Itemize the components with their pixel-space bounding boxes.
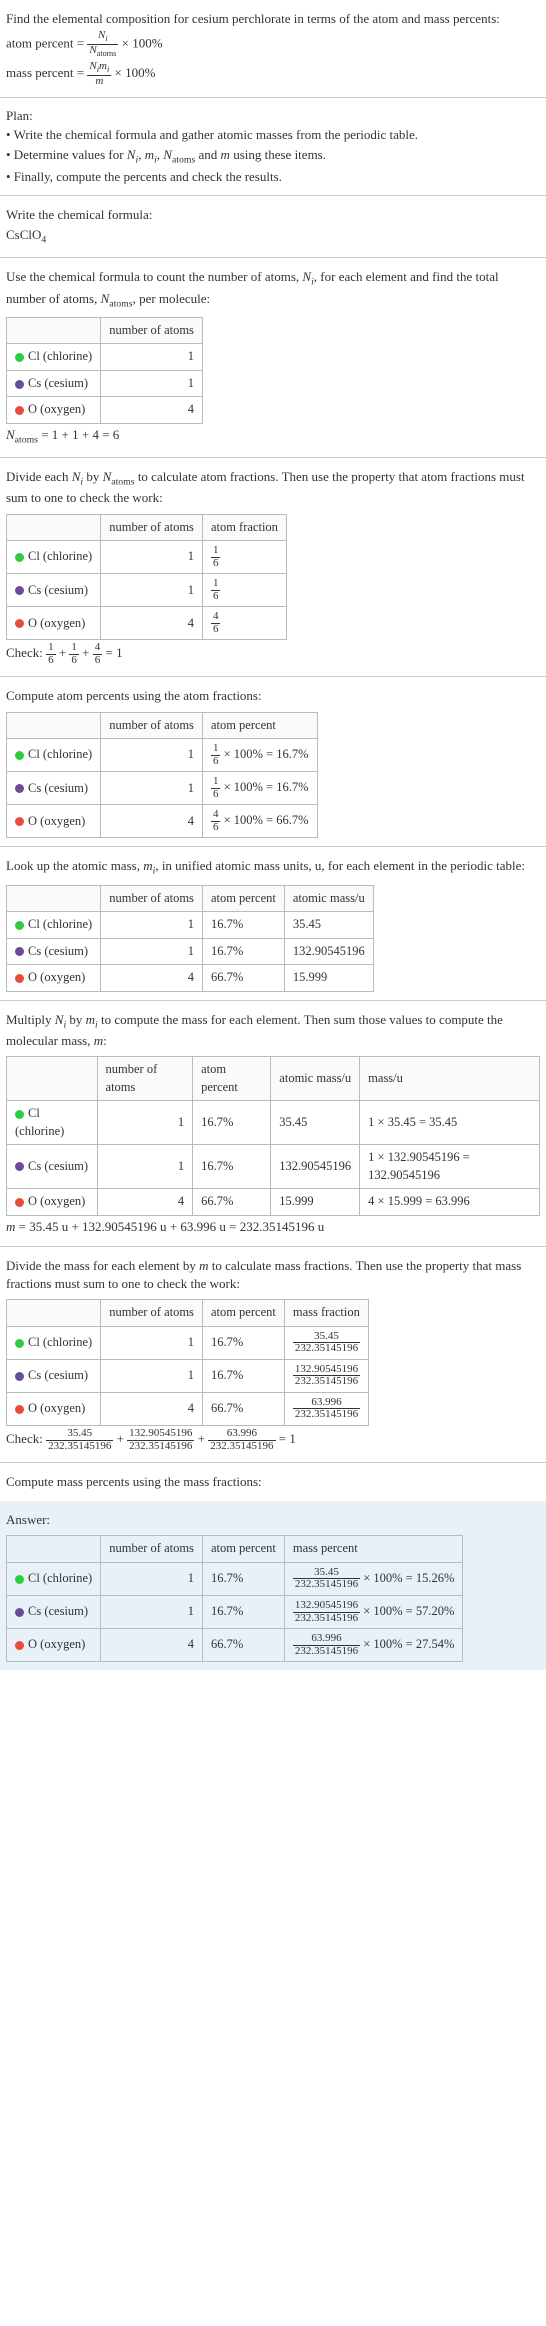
dot-icon [15, 784, 24, 793]
dot-icon [15, 921, 24, 930]
mass-percent-eq: mass percent = Nimi m × 100% [6, 61, 540, 87]
plan-b3: • Finally, compute the percents and chec… [6, 168, 540, 186]
atompct-table: number of atomsatom percent Cl (chlorine… [6, 712, 318, 839]
table-row: Cl (chlorine)1 [7, 344, 203, 371]
table-row: Cl (chlorine)116.7%35.451 × 35.45 = 35.4… [7, 1101, 540, 1145]
plan-b1: • Write the chemical formula and gather … [6, 126, 540, 144]
atomfrac-table: number of atomsatom fraction Cl (chlorin… [6, 514, 287, 641]
eq2-rhs: × 100% [114, 65, 155, 80]
dot-icon [15, 1372, 24, 1381]
table-row: Cs (cesium)116 [7, 574, 287, 607]
count-total: Natoms = 1 + 1 + 4 = 6 [6, 426, 540, 447]
masspct-section: Compute mass percents using the mass fra… [0, 1463, 546, 1501]
table-row: Cs (cesium)116.7%132.90545196 [7, 938, 374, 965]
plan-b2: • Determine values for Ni, mi, Natoms an… [6, 146, 540, 167]
atompct-line: Compute atom percents using the atom fra… [6, 687, 540, 705]
count-table: number of atoms Cl (chlorine)1 Cs (cesiu… [6, 317, 203, 424]
massmult-line: Multiply Ni by mi to compute the mass fo… [6, 1011, 540, 1050]
massfrac-table: number of atomsatom percentmass fraction… [6, 1299, 369, 1426]
table-row: Cs (cesium)1 [7, 370, 203, 397]
masspct-line: Compute mass percents using the mass fra… [6, 1473, 540, 1491]
th-atoms: number of atoms [101, 317, 203, 344]
dot-icon [15, 1162, 24, 1171]
table-row: O (oxygen)446 [7, 607, 287, 640]
atomicmass-section: Look up the atomic mass, mi, in unified … [0, 847, 546, 1000]
dot-icon [15, 619, 24, 628]
table-row: Cl (chlorine)116.7%35.45 [7, 912, 374, 939]
dot-icon [15, 1339, 24, 1348]
dot-icon [15, 353, 24, 362]
table-row: Cs (cesium)116.7%132.90545196232.3514519… [7, 1359, 369, 1392]
table-row: O (oxygen)466.7%63.996232.35145196 [7, 1392, 369, 1425]
dot-icon [15, 380, 24, 389]
plan-head: Plan: [6, 107, 540, 125]
dot-icon [15, 1198, 24, 1207]
intro-section: Find the elemental composition for cesiu… [0, 0, 546, 98]
formula-line: Write the chemical formula: [6, 206, 540, 224]
dot-icon [15, 586, 24, 595]
atomicmass-table: number of atomsatom percentatomic mass/u… [6, 885, 374, 992]
answer-label: Answer: [6, 1511, 540, 1529]
table-row: Cs (cesium)116.7%132.905451961 × 132.905… [7, 1145, 540, 1189]
atompct-section: Compute atom percents using the atom fra… [0, 677, 546, 847]
eq1-lhs: atom percent = [6, 36, 84, 51]
table-row: O (oxygen)466.7%63.996232.35145196 × 100… [7, 1629, 463, 1662]
count-section: Use the chemical formula to count the nu… [0, 258, 546, 458]
dot-icon [15, 1641, 24, 1650]
atomfrac-line: Divide each Ni by Natoms to calculate at… [6, 468, 540, 507]
table-row: Cl (chlorine)116.7%35.45232.35145196 [7, 1326, 369, 1359]
formula-value: CsClO4 [6, 226, 540, 247]
table-row: O (oxygen)446 × 100% = 66.7% [7, 805, 318, 838]
plan-section: Plan: • Write the chemical formula and g… [0, 98, 546, 196]
count-line: Use the chemical formula to count the nu… [6, 268, 540, 310]
massmult-total: m = 35.45 u + 132.90545196 u + 63.996 u … [6, 1218, 540, 1236]
massfrac-line: Divide the mass for each element by m to… [6, 1257, 540, 1293]
table-row: Cl (chlorine)116 [7, 541, 287, 574]
atom-percent-eq: atom percent = Ni Natoms × 100% [6, 30, 540, 59]
formula-section: Write the chemical formula: CsClO4 [0, 196, 546, 258]
eq2-lhs: mass percent = [6, 65, 84, 80]
dot-icon [15, 1405, 24, 1414]
intro-line: Find the elemental composition for cesiu… [6, 10, 540, 28]
dot-icon [15, 1575, 24, 1584]
atomicmass-line: Look up the atomic mass, mi, in unified … [6, 857, 540, 878]
dot-icon [15, 1110, 24, 1119]
dot-icon [15, 974, 24, 983]
atomfrac-check: Check: 16 + 16 + 46 = 1 [6, 642, 540, 666]
answer-box: Answer: number of atomsatom percentmass … [0, 1501, 546, 1670]
table-row: Cl (chlorine)116 × 100% = 16.7% [7, 739, 318, 772]
dot-icon [15, 947, 24, 956]
table-row: Cs (cesium)116 × 100% = 16.7% [7, 772, 318, 805]
dot-icon [15, 817, 24, 826]
eq1-rhs: × 100% [122, 36, 163, 51]
table-row: Cl (chlorine)116.7%35.45232.35145196 × 1… [7, 1562, 463, 1595]
dot-icon [15, 553, 24, 562]
eq1-frac: Ni Natoms [87, 30, 118, 59]
eq2-frac: Nimi m [87, 61, 111, 87]
table-row: Cs (cesium)116.7%132.90545196232.3514519… [7, 1596, 463, 1629]
table-row: O (oxygen)466.7%15.9994 × 15.999 = 63.99… [7, 1189, 540, 1216]
massfrac-check: Check: 35.45232.35145196 + 132.905451962… [6, 1428, 540, 1452]
dot-icon [15, 406, 24, 415]
massmult-table: number of atomsatom percentatomic mass/u… [6, 1056, 540, 1216]
dot-icon [15, 1608, 24, 1617]
answer-table: number of atomsatom percentmass percent … [6, 1535, 463, 1662]
massfrac-section: Divide the mass for each element by m to… [0, 1247, 546, 1463]
table-row: O (oxygen)4 [7, 397, 203, 424]
massmult-section: Multiply Ni by mi to compute the mass fo… [0, 1001, 546, 1247]
atomfrac-section: Divide each Ni by Natoms to calculate at… [0, 458, 546, 677]
table-row: O (oxygen)466.7%15.999 [7, 965, 374, 992]
dot-icon [15, 751, 24, 760]
